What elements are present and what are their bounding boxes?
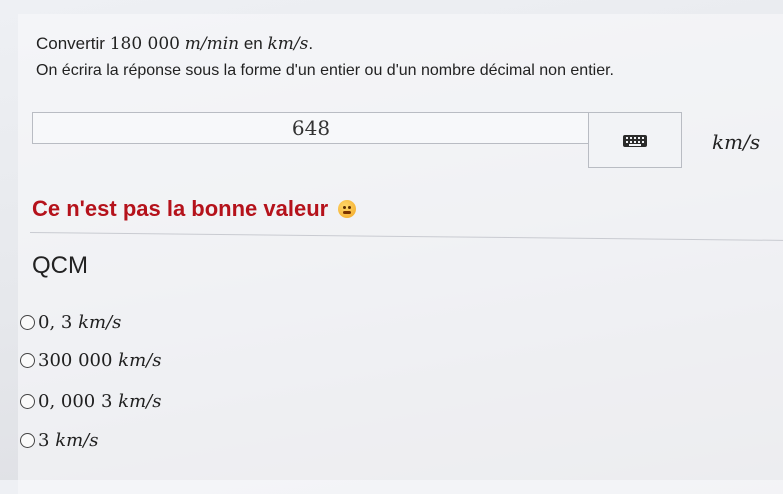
radio-button[interactable] bbox=[20, 433, 35, 448]
keyboard-icon bbox=[623, 135, 647, 147]
option-number: 300 000 bbox=[38, 350, 113, 371]
qcm-option-2[interactable]: 300 000 km/s bbox=[20, 350, 161, 371]
question-unit-from: m/min bbox=[184, 34, 240, 54]
option-unit: km/s bbox=[78, 312, 122, 333]
radio-button[interactable] bbox=[20, 315, 35, 330]
question-value: 180 000 bbox=[109, 34, 180, 54]
answer-input[interactable]: 648 bbox=[32, 112, 590, 144]
exercise-card bbox=[18, 14, 783, 494]
question-text: Convertir 180 000 m/min en km/s. bbox=[36, 34, 313, 54]
virtual-keyboard-button[interactable] bbox=[588, 112, 682, 168]
option-label: 0, 3 km/s bbox=[38, 312, 121, 333]
instruction-text: On écrira la réponse sous la forme d'un … bbox=[36, 62, 614, 79]
option-label: 300 000 km/s bbox=[38, 350, 161, 371]
answer-row: 648 km/s bbox=[32, 94, 772, 170]
radio-button[interactable] bbox=[20, 394, 35, 409]
question-suffix: . bbox=[308, 34, 314, 53]
qcm-option-4[interactable]: 3 km/s bbox=[20, 430, 98, 451]
qcm-option-3[interactable]: 0, 000 3 km/s bbox=[20, 391, 161, 412]
option-number: 3 bbox=[38, 430, 50, 451]
option-label: 3 km/s bbox=[38, 430, 98, 451]
option-label: 0, 000 3 km/s bbox=[38, 391, 161, 412]
option-number: 0, 000 3 bbox=[38, 391, 113, 412]
answer-unit: km/s bbox=[712, 130, 761, 154]
option-unit: km/s bbox=[55, 430, 99, 451]
question-middle: en bbox=[239, 34, 268, 53]
feedback-message: Ce n'est pas la bonne valeur bbox=[32, 196, 357, 222]
option-unit: km/s bbox=[118, 391, 162, 412]
question-unit-to: km/s bbox=[267, 34, 309, 54]
radio-button[interactable] bbox=[20, 353, 35, 368]
qcm-option-1[interactable]: 0, 3 km/s bbox=[20, 312, 121, 333]
qcm-title: QCM bbox=[32, 252, 88, 279]
question-prefix: Convertir bbox=[36, 34, 110, 53]
feedback-text: Ce n'est pas la bonne valeur bbox=[32, 196, 329, 221]
option-number: 0, 3 bbox=[38, 312, 73, 333]
disappointed-face-icon bbox=[338, 200, 357, 218]
option-unit: km/s bbox=[118, 350, 162, 371]
